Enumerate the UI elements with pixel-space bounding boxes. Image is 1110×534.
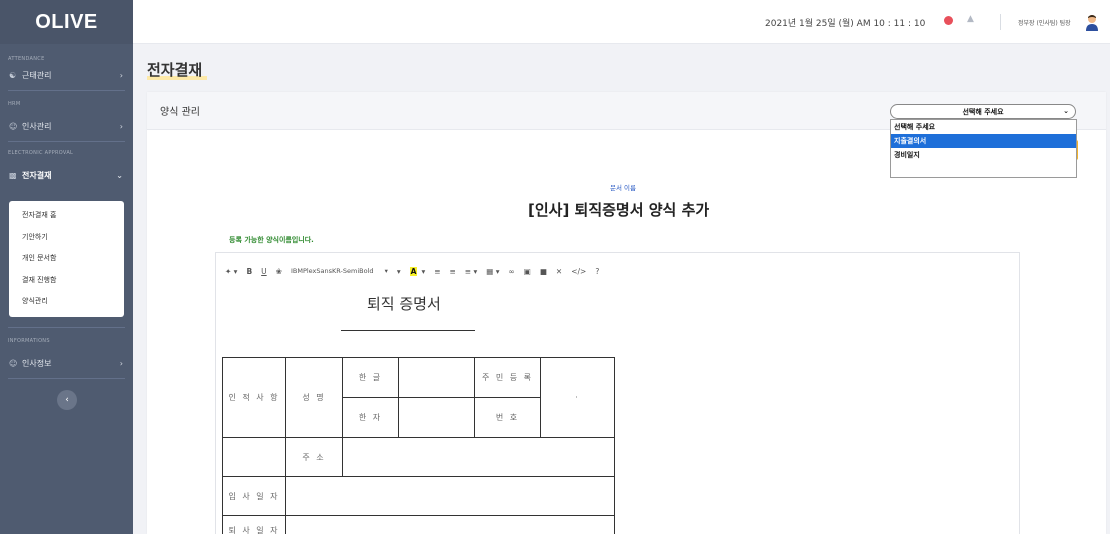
chevron-right-icon: › [119, 70, 123, 80]
sidebar-item-label: 근태관리 [22, 70, 52, 80]
app-logo[interactable]: OLIVE [0, 0, 133, 44]
sidebar-item-informations[interactable]: ☺ 인사정보 › [0, 356, 133, 370]
sidebar-item-hrm[interactable]: ☺ 인사관리 › [0, 119, 133, 133]
cell-blank [222, 437, 286, 477]
page-title: 전자결재 [147, 61, 203, 79]
cell-join-date: 입 사 일 자 [222, 476, 286, 516]
fullscreen-icon[interactable]: ✕ [556, 267, 562, 276]
cell-hanja-value[interactable] [398, 397, 475, 438]
magic-wand-icon[interactable]: ✦ ▾ [225, 267, 237, 276]
ordered-list-icon[interactable]: ≡ [450, 267, 456, 276]
text-color-dropdown-icon[interactable]: ▾ [421, 267, 425, 276]
handshake-icon: ☺ [9, 358, 18, 368]
handshake-icon: ☺ [9, 121, 18, 131]
video-icon[interactable]: ■ [540, 267, 547, 276]
highlight-color-icon[interactable]: A [409, 266, 418, 276]
submenu: 전자결재 홈 기안하기 개인 문서함 결재 진행함 양식관리 [9, 201, 124, 317]
cell-address: 주 소 [285, 437, 343, 477]
sidebar-item-label: 인사정보 [22, 358, 52, 368]
dropdown-option-placeholder[interactable]: 선택해 주세요 [891, 120, 1076, 134]
user-name[interactable]: 정부장 (인사팀) 팀장 [1018, 18, 1071, 27]
chevron-down-icon: ⌄ [116, 170, 123, 180]
cell-rrn-value[interactable]: · [540, 357, 615, 438]
cell-address-value[interactable] [342, 437, 615, 477]
form-type-select[interactable]: 선택해 주세요 ⌄ [890, 104, 1076, 119]
divider [8, 378, 125, 379]
top-header: 2021년 1월 25일 (월) AM 10 : 11 : 10 ▲ 정부장 (… [133, 0, 1110, 44]
folder-icon: ▩ [9, 170, 17, 180]
cell-rrn-top: 주 민 등 록 [474, 357, 541, 398]
paragraph-align-icon[interactable]: ≡ ▾ [465, 267, 477, 276]
link-icon[interactable]: ∞ [508, 267, 514, 276]
notification-badge-icon[interactable] [944, 16, 953, 25]
bell-icon[interactable]: ▲ [967, 14, 974, 24]
rich-text-editor[interactable]: ✦ ▾ B U ❀ IBMPlexSansKR-SemiBold ▾ ▾ A ▾… [215, 252, 1020, 534]
header-divider [1000, 14, 1001, 30]
chevron-right-icon: › [119, 358, 123, 368]
sidebar-item-label: 인사관리 [22, 121, 52, 131]
form-type-select-value: 선택해 주세요 [962, 107, 1004, 116]
sidebar-item-electronic-approval[interactable]: ▩ 전자결재 ⌄ [0, 168, 133, 182]
unordered-list-icon[interactable]: ≡ [434, 267, 440, 276]
sidebar-collapse-button[interactable]: ‹ [57, 390, 77, 410]
heading-underline [341, 330, 475, 331]
cell-personal-info: 인 적 사 항 [222, 357, 286, 438]
availability-message: 등록 가능한 양식이름입니다. [229, 236, 314, 244]
cell-rrn-bottom: 번 호 [474, 397, 541, 438]
submenu-item-approval-home[interactable]: 전자결재 홈 [22, 209, 124, 231]
font-size-dropdown[interactable]: ▾ [397, 267, 401, 276]
card-title: 양식 관리 [160, 107, 200, 118]
document-name: [인사] 퇴직증명서 양식 추가 [528, 201, 710, 219]
form-type-dropdown: 선택해 주세요 지출결의서 경비일지 [890, 119, 1077, 178]
sidebar: OLIVE ATTENDANCE ☯ 근태관리 › HRM ☺ 인사관리 › E… [0, 0, 133, 534]
help-icon[interactable]: ? [595, 267, 599, 276]
current-datetime: 2021년 1월 25일 (월) AM 10 : 11 : 10 [765, 19, 926, 29]
avatar[interactable] [1084, 13, 1100, 31]
image-icon[interactable]: ▣ [524, 267, 531, 276]
editor-toolbar: ✦ ▾ B U ❀ IBMPlexSansKR-SemiBold ▾ ▾ A ▾… [225, 264, 608, 278]
submenu-item-in-progress[interactable]: 결재 진행함 [22, 274, 124, 296]
cell-name: 성 명 [285, 357, 343, 438]
cell-join-date-value[interactable] [285, 476, 615, 516]
bold-icon[interactable]: B [246, 267, 252, 276]
submenu-item-draft[interactable]: 기안하기 [22, 231, 124, 253]
dropdown-option-expense-log[interactable]: 경비일지 [891, 148, 1076, 162]
code-view-icon[interactable]: </> [571, 267, 586, 276]
sidebar-item-label: 전자결재 [22, 170, 52, 180]
sidebar-item-attendance[interactable]: ☯ 근태관리 › [0, 68, 133, 82]
table-icon[interactable]: ▦ ▾ [486, 267, 499, 276]
certificate-table: 인 적 사 항 성 명 한 글 주 민 등 록 · 한 자 번 호 주 소 입 … [222, 357, 615, 534]
dropdown-option-expense-report[interactable]: 지출결의서 [891, 134, 1076, 148]
submenu-item-form-management[interactable]: 양식관리 [22, 295, 124, 317]
people-icon: ☯ [9, 70, 17, 80]
cell-hangul: 한 글 [342, 357, 399, 398]
submenu-item-personal-docs[interactable]: 개인 문서함 [22, 252, 124, 274]
document-heading: 퇴직 증명서 [367, 295, 441, 313]
font-family-value: IBMPlexSansKR-SemiBold [290, 267, 374, 275]
chevron-left-icon: ‹ [65, 395, 69, 405]
eraser-icon[interactable]: ❀ [276, 267, 282, 276]
underline-icon[interactable]: U [261, 267, 267, 276]
cell-leave-date: 퇴 사 일 자 [222, 515, 286, 534]
chevron-down-icon: ⌄ [1063, 107, 1069, 115]
chevron-right-icon: › [119, 121, 123, 131]
cell-leave-date-value[interactable] [285, 515, 615, 534]
cell-hangul-value[interactable] [398, 357, 475, 398]
document-name-label: 문서 이름 [610, 184, 636, 192]
font-family-dropdown[interactable]: IBMPlexSansKR-SemiBold ▾ [291, 267, 388, 275]
cell-hanja: 한 자 [342, 397, 399, 438]
